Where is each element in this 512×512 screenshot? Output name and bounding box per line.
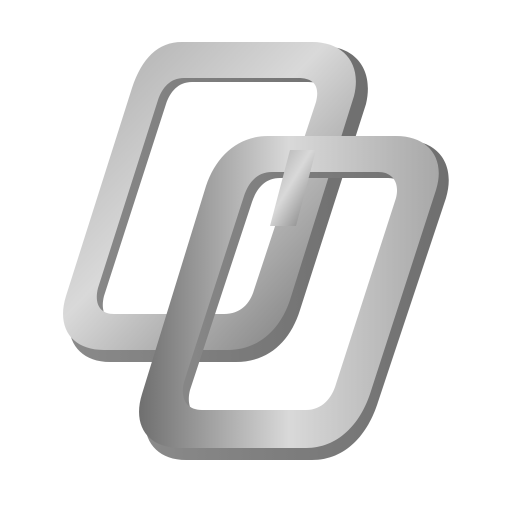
interlocking-chain-links-icon	[63, 42, 449, 460]
icon-canvas	[0, 0, 512, 512]
